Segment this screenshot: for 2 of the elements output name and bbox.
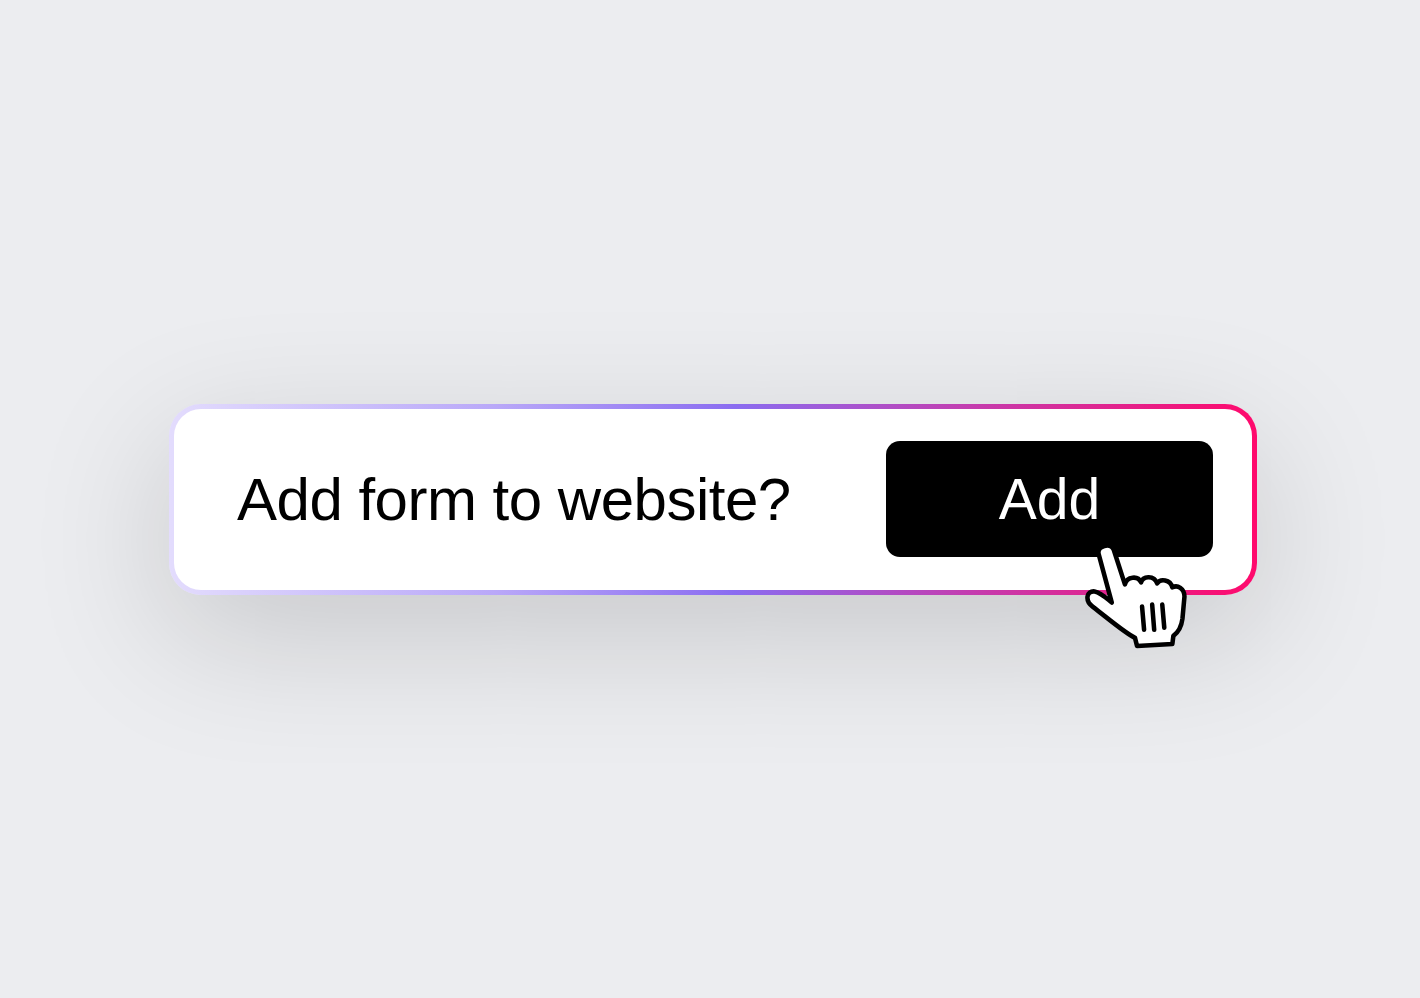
prompt-question: Add form to website? [237, 464, 791, 534]
add-button[interactable]: Add [886, 441, 1213, 557]
